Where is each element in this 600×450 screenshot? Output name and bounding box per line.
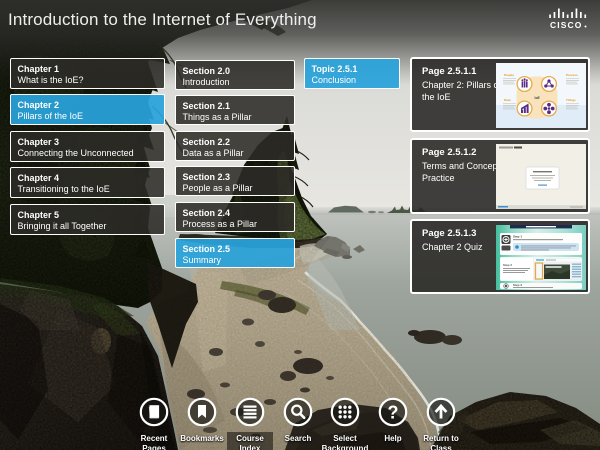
svg-text:Data: Data: [504, 98, 511, 102]
svg-text:Step 1: Step 1: [513, 235, 522, 239]
svg-text:Process: Process: [566, 73, 578, 77]
svg-text:IoE: IoE: [535, 96, 541, 100]
svg-text:Step 3: Step 3: [513, 283, 522, 287]
svg-text:CISCO: CISCO: [550, 20, 582, 29]
svg-text:Step 2: Step 2: [503, 263, 512, 267]
svg-text:Things: Things: [566, 98, 576, 102]
svg-text:People: People: [504, 73, 514, 77]
